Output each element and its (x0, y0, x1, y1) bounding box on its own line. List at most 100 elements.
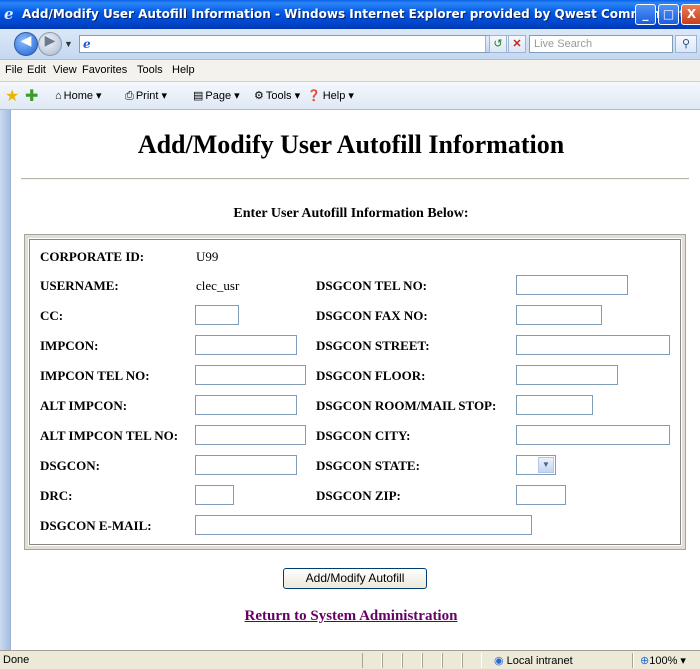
title-divider (21, 178, 689, 180)
dsgcon-zip-label: DSGCON ZIP: (316, 488, 401, 503)
page-button[interactable]: ▤ Page ▾ (193, 89, 240, 102)
impcon-tel-label: IMPCON TEL NO: (40, 368, 150, 383)
stop-icon[interactable]: ✕ (508, 35, 526, 53)
refresh-button-icon[interactable]: ↺ (489, 35, 507, 53)
browser-window: e Add/Modify User Autofill Information -… (0, 0, 700, 669)
alt-impcon-tel-input[interactable] (195, 425, 306, 445)
home-label: Home (63, 90, 93, 102)
back-button[interactable]: ◀ (14, 32, 38, 56)
dsgcon-floor-input[interactable] (516, 365, 618, 385)
corporate-id-value: U99 (196, 249, 219, 264)
page-menu-icon: ▤ (193, 90, 204, 102)
return-link-text[interactable]: Return to System Administration (245, 608, 458, 624)
tools-label: Tools (265, 90, 292, 102)
zone-label: Local intranet (506, 655, 573, 667)
intranet-globe-icon: ◉ (494, 655, 504, 667)
left-frame-border (0, 110, 10, 650)
dsgcon-email-label: DSGCON E-MAIL: (40, 518, 152, 533)
zoom-control[interactable]: ⊕100% ▾ (640, 654, 686, 667)
drc-label: DRC: (40, 488, 73, 503)
menu-file[interactable]: File (5, 64, 23, 76)
username-label: USERNAME: (40, 278, 119, 293)
maximize-button[interactable]: □ (658, 4, 679, 25)
home-icon: ⌂ (55, 90, 62, 102)
cc-input[interactable] (195, 305, 239, 325)
menu-tools[interactable]: Tools (137, 64, 163, 76)
favorites-star-icon[interactable]: ★ (5, 86, 19, 106)
drc-input[interactable] (195, 485, 234, 505)
alt-impcon-label: ALT IMPCON: (40, 398, 128, 413)
dsgcon-city-input[interactable] (516, 425, 670, 445)
impcon-tel-input[interactable] (195, 365, 306, 385)
title-bar: e Add/Modify User Autofill Information -… (0, 0, 700, 29)
address-bar[interactable]: e ▼ (79, 35, 502, 53)
dsgcon-floor-label: DSGCON FLOOR: (316, 368, 426, 383)
dsgcon-fax-input[interactable] (516, 305, 602, 325)
security-zone: ◉ Local intranet (494, 654, 573, 667)
tools-button[interactable]: ⚙ Tools ▾ (254, 89, 300, 102)
forward-button[interactable]: ▶ (38, 32, 62, 56)
chevron-down-icon[interactable]: ▼ (538, 457, 554, 473)
minimize-button[interactable]: _ (635, 4, 656, 25)
menu-favorites[interactable]: Favorites (82, 64, 127, 76)
status-bar: Done ◉ Local intranet ⊕100% ▾ (0, 650, 700, 669)
search-input[interactable]: Live Search (529, 35, 673, 53)
status-cell (362, 653, 382, 668)
status-cell (462, 653, 482, 668)
autofill-form: CORPORATE ID: U99 USERNAME: clec_usr CC:… (24, 234, 686, 550)
add-favorites-icon[interactable]: ✚ (25, 86, 38, 106)
status-cell (632, 653, 634, 668)
tools-gear-icon: ⚙ (254, 90, 264, 102)
dsgcon-zip-input[interactable] (516, 485, 566, 505)
dsgcon-input[interactable] (195, 455, 297, 475)
command-bar: ★ ✚ ⌂ Home ▾ ⎙ Print ▾ ▤ Page ▾ ⚙ Tools ▾ ❓ H… (0, 82, 700, 110)
dsgcon-email-input[interactable] (195, 515, 532, 535)
menu-view[interactable]: View (53, 64, 77, 76)
page-title: Add/Modify User Autofill Information (137, 130, 565, 159)
page-icon: e (83, 37, 91, 51)
print-button[interactable]: ⎙ Print ▾ (125, 89, 167, 103)
menu-edit[interactable]: Edit (27, 64, 46, 76)
impcon-input[interactable] (195, 335, 297, 355)
dsgcon-tel-input[interactable] (516, 275, 628, 295)
status-cell (382, 653, 402, 668)
username-value: clec_usr (196, 278, 240, 293)
address-toolbar: ◀ ▶ ▼ e ▼ ↻ Live Search ⚲ (0, 29, 700, 60)
recent-pages-dropdown-icon[interactable]: ▼ (64, 39, 73, 49)
home-button[interactable]: ⌂ Home ▾ (55, 89, 102, 102)
window-title: Add/Modify User Autofill Information - W… (22, 7, 700, 21)
print-label: Print (135, 90, 159, 102)
return-to-system-administration-link[interactable]: Return to System Administration (11, 608, 691, 625)
close-button[interactable]: X (681, 4, 700, 25)
search-icon[interactable]: ⚲ (675, 35, 697, 53)
dsgcon-room-label: DSGCON ROOM/MAIL STOP: (316, 398, 497, 413)
dsgcon-label: DSGCON: (40, 458, 100, 473)
ie-logo-icon: e (4, 5, 14, 23)
zoom-icon: ⊕ (640, 655, 650, 667)
impcon-label: IMPCON: (40, 338, 99, 353)
dsgcon-street-label: DSGCON STREET: (316, 338, 430, 353)
status-cell (442, 653, 462, 668)
help-icon: ❓ (307, 90, 321, 102)
dsgcon-room-input[interactable] (516, 395, 593, 415)
help-button[interactable]: ❓ Help ▾ (307, 89, 354, 102)
dsgcon-state-select[interactable]: ▼ (516, 455, 556, 475)
alt-impcon-input[interactable] (195, 395, 297, 415)
add-modify-autofill-button[interactable]: Add/Modify Autofill (283, 568, 427, 589)
dsgcon-tel-label: DSGCON TEL NO: (316, 278, 428, 293)
form-subheading: Enter User Autofill Information Below: (233, 206, 469, 221)
dsgcon-city-label: DSGCON CITY: (316, 428, 411, 443)
zoom-level: 100% (649, 655, 678, 667)
right-frame-edge (690, 110, 700, 650)
dsgcon-street-input[interactable] (516, 335, 670, 355)
cc-label: CC: (40, 308, 64, 323)
print-icon: ⎙ (125, 90, 134, 102)
menu-bar: File Edit View Favorites Tools Help (0, 60, 700, 82)
page-content: Add/Modify User Autofill Information Ent… (10, 110, 700, 650)
help-label: Help (322, 90, 346, 102)
menu-help[interactable]: Help (172, 64, 195, 76)
page-label: Page (205, 90, 232, 102)
dsgcon-fax-label: DSGCON FAX NO: (316, 308, 428, 323)
dsgcon-state-label: DSGCON STATE: (316, 458, 420, 473)
corporate-id-label: CORPORATE ID: (40, 249, 145, 264)
